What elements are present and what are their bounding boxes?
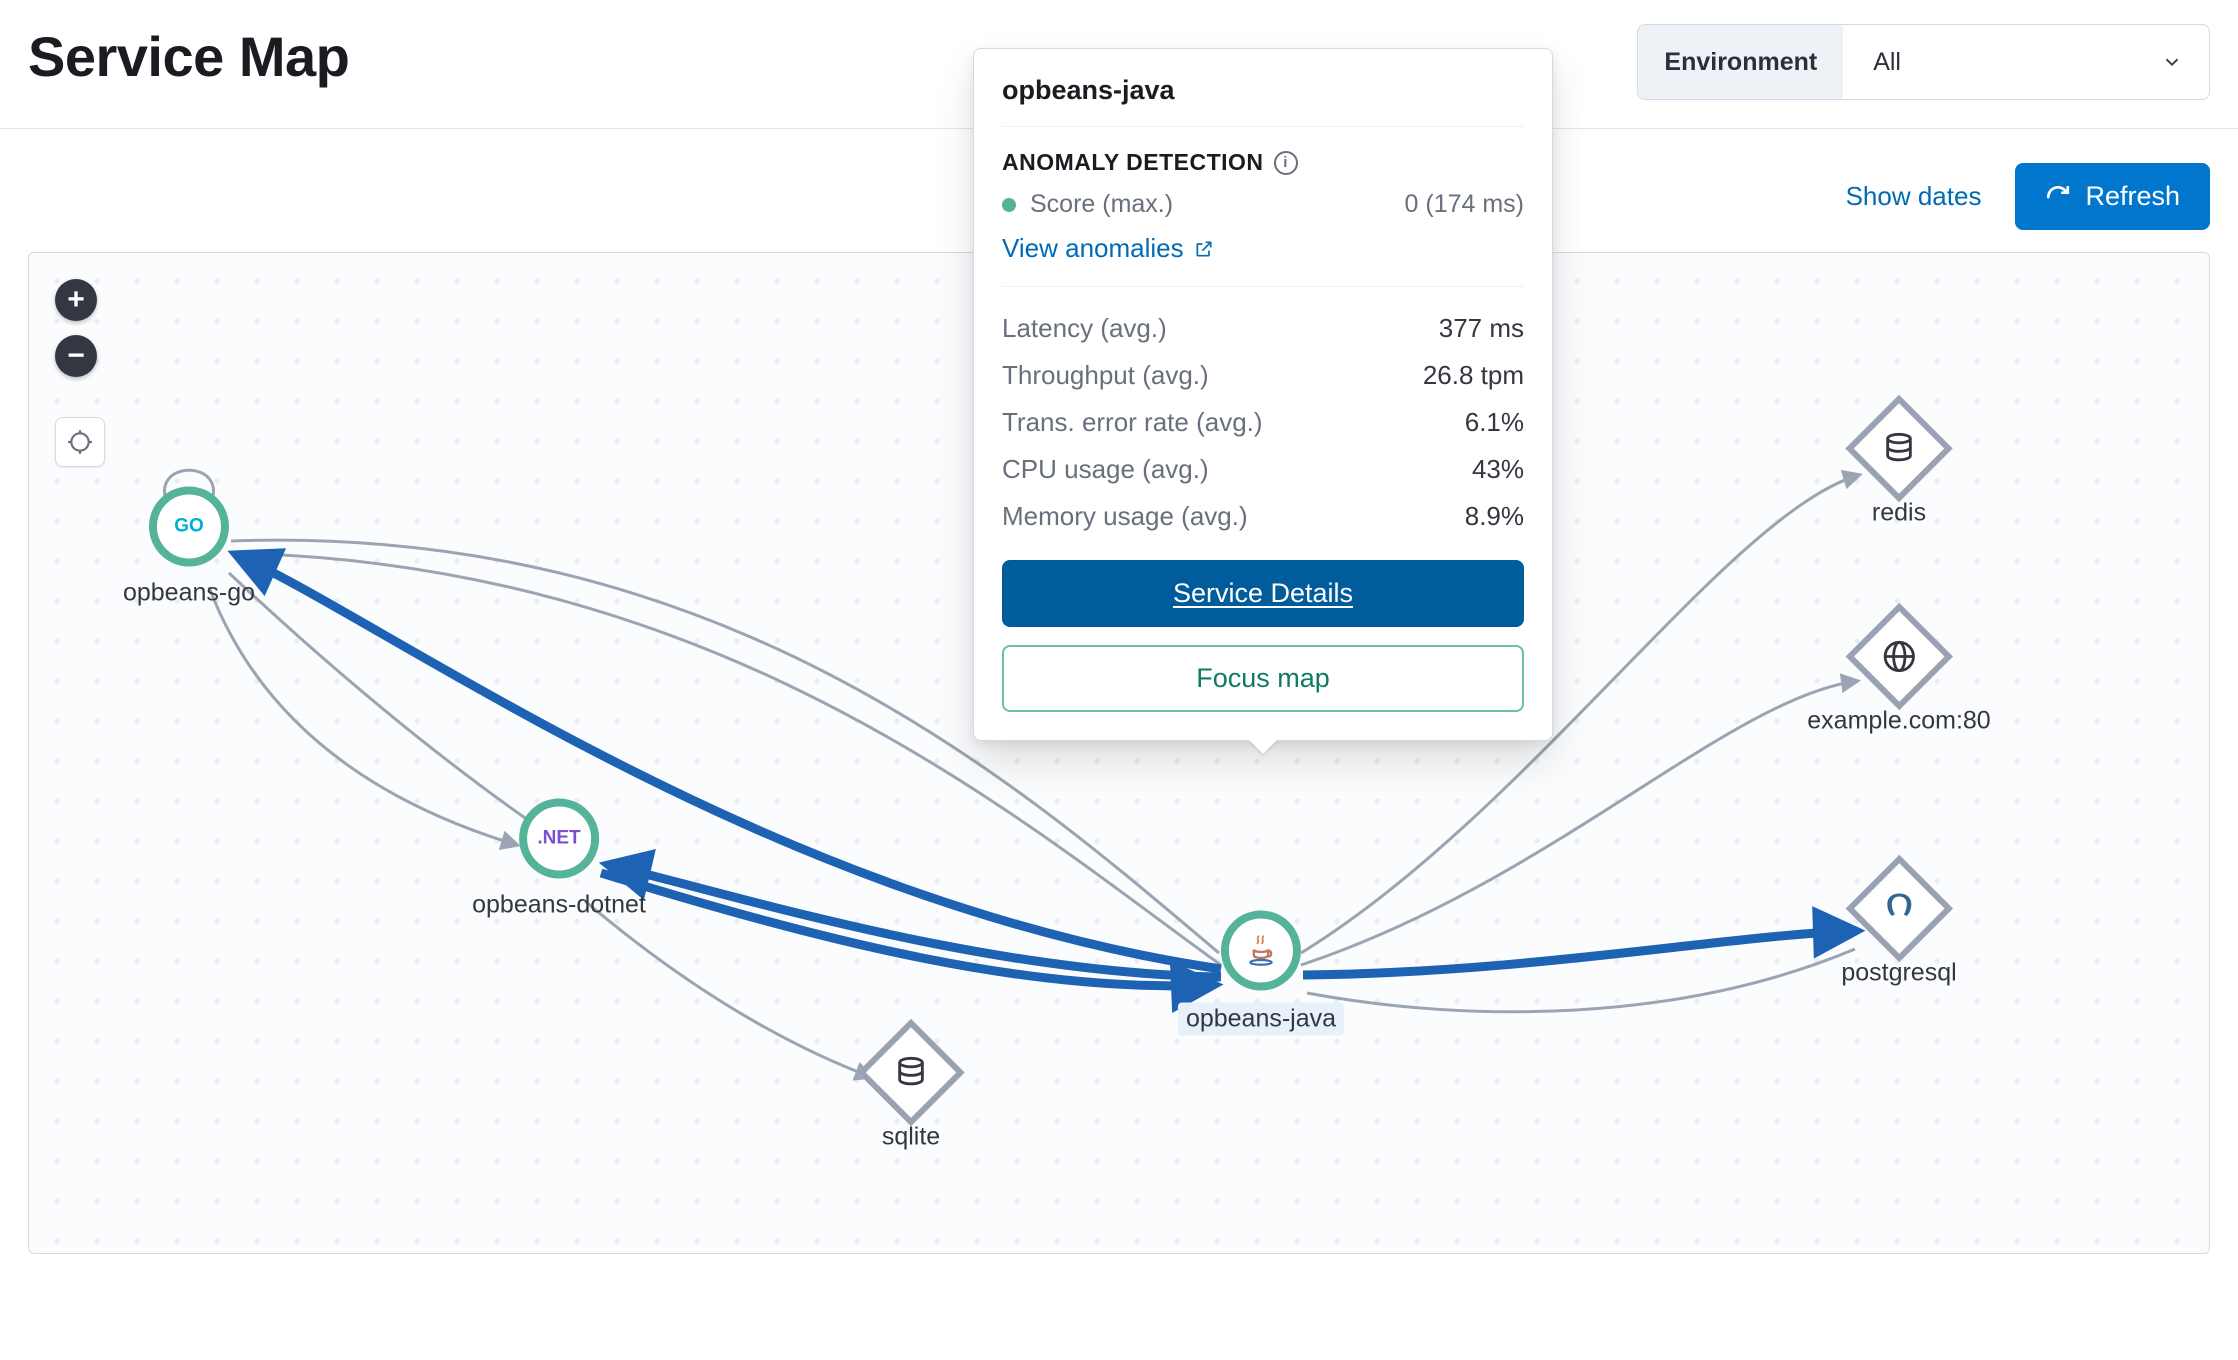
page-title: Service Map [28, 24, 349, 89]
anomaly-section-header: ANOMALY DETECTION i [1002, 149, 1524, 176]
environment-label: Environment [1638, 25, 1843, 99]
node-sqlite[interactable]: sqlite [873, 1035, 949, 1152]
metric-row: Trans. error rate (avg.) 6.1% [1002, 399, 1524, 446]
node-label: opbeans-dotnet [472, 891, 646, 920]
node-label-selected: opbeans-java [1178, 1003, 1344, 1036]
metric-value: 377 ms [1439, 313, 1524, 344]
node-label: sqlite [873, 1123, 949, 1152]
refresh-label: Refresh [2085, 181, 2180, 212]
metric-row: CPU usage (avg.) 43% [1002, 446, 1524, 493]
environment-value: All [1873, 48, 1901, 77]
metric-value: 8.9% [1465, 501, 1524, 532]
score-value: 0 (174 ms) [1405, 190, 1524, 219]
node-label: postgresql [1841, 959, 1956, 988]
service-popover: opbeans-java ANOMALY DETECTION i Score (… [973, 48, 1553, 741]
metric-label: Trans. error rate (avg.) [1002, 407, 1263, 438]
info-icon[interactable]: i [1274, 151, 1298, 175]
metric-label: Throughput (avg.) [1002, 360, 1209, 391]
database-icon [894, 1056, 928, 1090]
external-link-icon [1194, 239, 1214, 259]
node-label: opbeans-go [123, 579, 255, 608]
service-map-canvas[interactable]: + − [28, 252, 2210, 1254]
metric-label: CPU usage (avg.) [1002, 454, 1209, 485]
node-label: example.com:80 [1807, 707, 1990, 736]
focus-map-button[interactable]: Focus map [1002, 645, 1524, 712]
metric-value: 26.8 tpm [1423, 360, 1524, 391]
view-anomalies-link[interactable]: View anomalies [1002, 233, 1524, 264]
metric-row: Memory usage (avg.) 8.9% [1002, 493, 1524, 540]
chevron-down-icon [2161, 51, 2183, 73]
health-indicator-icon [1002, 198, 1016, 212]
metric-row: Throughput (avg.) 26.8 tpm [1002, 352, 1524, 399]
metric-value: 6.1% [1465, 407, 1524, 438]
anomaly-section-label: ANOMALY DETECTION [1002, 149, 1264, 176]
environment-dropdown[interactable]: All [1843, 25, 2209, 99]
globe-icon [1882, 640, 1916, 674]
view-anomalies-label: View anomalies [1002, 233, 1184, 264]
popover-title: opbeans-java [1002, 75, 1524, 106]
database-icon [1882, 432, 1916, 466]
metric-value: 43% [1472, 454, 1524, 485]
metric-label: Latency (avg.) [1002, 313, 1167, 344]
refresh-button[interactable]: Refresh [2015, 163, 2210, 230]
service-details-button[interactable]: Service Details [1002, 560, 1524, 627]
metric-label: Memory usage (avg.) [1002, 501, 1248, 532]
environment-selector: Environment All [1637, 24, 2210, 100]
java-icon [1242, 932, 1280, 970]
node-label: redis [1861, 499, 1937, 528]
dotnet-icon: .NET [537, 828, 580, 850]
metric-row: Latency (avg.) 377 ms [1002, 305, 1524, 352]
postgresql-icon [1881, 891, 1917, 927]
anomaly-score-row: Score (max.) 0 (174 ms) [1002, 190, 1524, 219]
node-redis[interactable]: redis [1861, 411, 1937, 528]
score-label: Score (max.) [1030, 190, 1173, 219]
metrics-list: Latency (avg.) 377 ms Throughput (avg.) 26… [1002, 305, 1524, 540]
refresh-icon [2045, 184, 2071, 210]
go-icon: GO [174, 516, 204, 538]
show-dates-button[interactable]: Show dates [1840, 180, 1988, 213]
